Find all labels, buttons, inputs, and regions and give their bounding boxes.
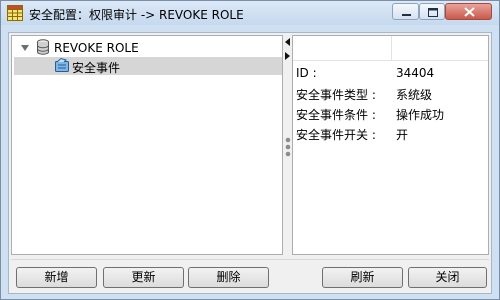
- window-title: 安全配置：权限审计 -> REVOKE ROLE: [29, 8, 244, 22]
- security-event-icon: [55, 57, 69, 72]
- property-row-event-type: 安全事件类型 : 系统级: [293, 83, 488, 103]
- close-icon: [464, 7, 475, 17]
- database-icon: [37, 39, 49, 55]
- client-area: REVOKE ROLE 安全事件 ID: 34404 安全事件类型: 系统级…: [8, 32, 492, 294]
- property-value: 系统级: [396, 88, 433, 102]
- maximize-button[interactable]: [419, 3, 445, 20]
- property-row-event-switch: 安全事件开关 : 开: [293, 123, 488, 143]
- app-window: 安全配置：权限审计 -> REVOKE ROLE REVOKE ROLE 安全事…: [0, 0, 500, 300]
- property-value: 开: [396, 128, 409, 142]
- close-button[interactable]: 关闭: [408, 267, 487, 288]
- property-key: 安全事件条件 :: [296, 108, 376, 122]
- property-row-id: ID : 34404: [293, 63, 488, 83]
- maximize-icon: [428, 8, 438, 17]
- panel-splitter[interactable]: [284, 35, 292, 255]
- delete-button[interactable]: 删除: [188, 267, 269, 288]
- expand-arrow-icon[interactable]: [20, 43, 30, 53]
- table-grid-icon: [7, 5, 23, 21]
- property-row-event-condition: 安全事件条件 : 操作成功: [293, 103, 488, 123]
- title-bar[interactable]: 安全配置：权限审计 -> REVOKE ROLE: [1, 1, 499, 25]
- tree-node-security-event[interactable]: 安全事件: [14, 57, 282, 75]
- properties-header: [293, 36, 488, 61]
- update-button[interactable]: 更新: [103, 267, 184, 288]
- close-window-button[interactable]: [445, 3, 492, 20]
- property-key: ID :: [296, 66, 317, 80]
- column-separator[interactable]: [391, 36, 392, 60]
- tree-child-label: 安全事件: [72, 61, 121, 75]
- splitter-grip-icon: [285, 38, 291, 157]
- minimize-icon: [402, 14, 411, 16]
- property-value: 操作成功: [396, 108, 445, 122]
- refresh-button[interactable]: 刷新: [322, 267, 403, 288]
- button-bar: 新增 更新 删除 刷新 关闭: [11, 259, 489, 292]
- property-value: 34404: [396, 66, 435, 80]
- tree-root-label: REVOKE ROLE: [54, 41, 139, 55]
- tree-view[interactable]: REVOKE ROLE 安全事件: [11, 35, 283, 255]
- property-key: 安全事件类型 :: [296, 88, 376, 102]
- property-key: 安全事件开关 :: [296, 128, 376, 142]
- add-button[interactable]: 新增: [16, 267, 97, 288]
- minimize-button[interactable]: [392, 3, 419, 20]
- properties-panel: ID : 34404 安全事件类型 : 系统级 安全事件条件 : 操作成功 安全…: [292, 35, 489, 255]
